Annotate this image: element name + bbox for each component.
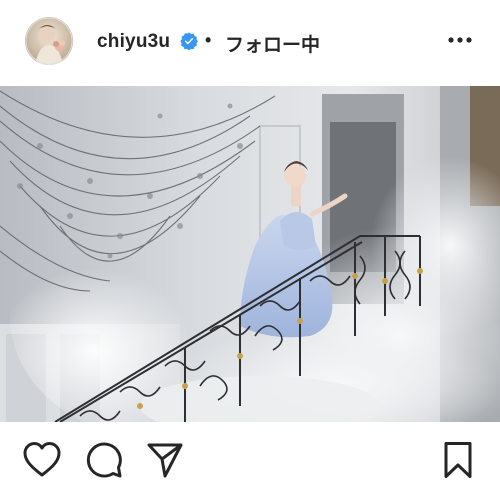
avatar[interactable] bbox=[25, 17, 73, 65]
post-username[interactable]: chiyu3u bbox=[97, 31, 170, 53]
heart-icon[interactable] bbox=[22, 440, 62, 480]
post-photo bbox=[0, 86, 500, 422]
following-button[interactable]: フォロー中 bbox=[225, 30, 320, 57]
comment-icon[interactable] bbox=[84, 440, 124, 480]
share-icon[interactable] bbox=[145, 440, 185, 480]
post-image[interactable] bbox=[0, 86, 500, 422]
verified-badge-icon bbox=[180, 32, 198, 50]
bookmark-icon[interactable] bbox=[438, 440, 478, 480]
post-header: chiyu3u • フォロー中 bbox=[0, 0, 500, 84]
post-actions bbox=[0, 440, 500, 490]
more-options-icon[interactable] bbox=[446, 30, 474, 50]
separator-dot: • bbox=[205, 30, 212, 50]
avatar-image bbox=[25, 17, 73, 65]
